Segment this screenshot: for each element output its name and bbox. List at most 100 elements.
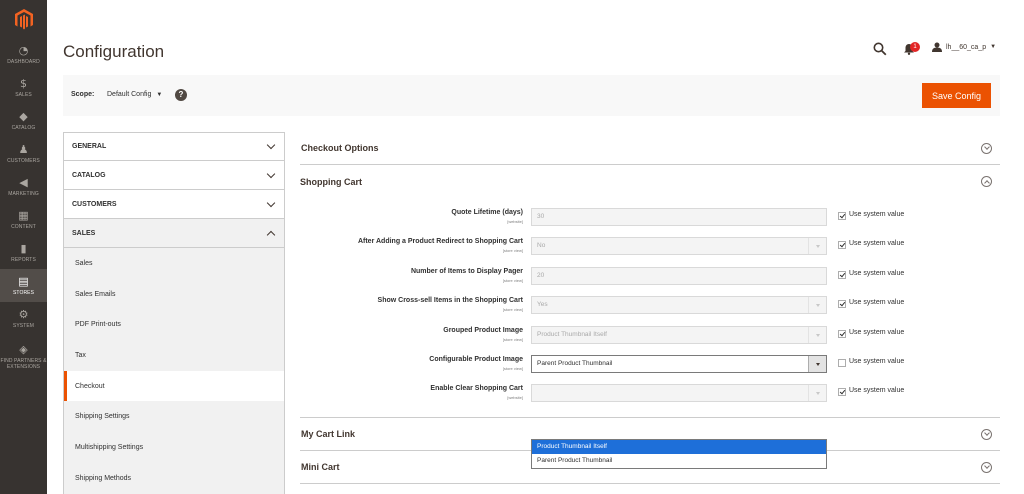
field-label: Grouped Product Image bbox=[443, 327, 523, 334]
sidebar-item-label: DASHBOARD bbox=[7, 58, 40, 65]
system-icon: ⚙ bbox=[18, 307, 29, 321]
use-system-value-checkbox[interactable] bbox=[838, 241, 846, 249]
select-arrow-icon bbox=[816, 392, 820, 395]
sidebar-item-customers[interactable]: ♟ CUSTOMERS bbox=[0, 137, 47, 170]
use-system-value-label: Use system value bbox=[849, 211, 905, 218]
dropdown-option[interactable]: Parent Product Thumbnail bbox=[532, 454, 826, 468]
field-row: Configurable Product Image [store view] Pa… bbox=[300, 355, 1000, 375]
magento-logo[interactable] bbox=[0, 0, 47, 38]
search-icon[interactable] bbox=[873, 42, 887, 56]
tab-label: CUSTOMERS bbox=[72, 200, 117, 208]
use-system-value-label: Use system value bbox=[849, 387, 905, 394]
tab-sales[interactable]: SALES bbox=[63, 219, 285, 248]
use-system-value-checkbox[interactable] bbox=[838, 359, 846, 367]
use-system-value-checkbox[interactable] bbox=[838, 330, 846, 338]
field-select[interactable]: Yes bbox=[531, 296, 827, 314]
sales-subitem-multishipping-settings[interactable]: Multishipping Settings bbox=[64, 432, 284, 463]
user-name: lh__60_ca_p bbox=[946, 43, 987, 51]
field-label: Enable Clear Shopping Cart bbox=[430, 385, 523, 392]
stores-icon: ▤ bbox=[18, 274, 29, 288]
sidebar-item-system[interactable]: ⚙ SYSTEM bbox=[0, 302, 47, 335]
sidebar-item-label: SALES bbox=[15, 91, 32, 98]
field-label: Show Cross-sell Items in the Shopping Ca… bbox=[377, 297, 523, 304]
field-select[interactable] bbox=[531, 384, 827, 402]
scope-value: Default Config bbox=[107, 91, 152, 98]
use-system-value-checkbox[interactable] bbox=[838, 388, 846, 396]
field-row: After Adding a Product Redirect to Shopp… bbox=[300, 237, 1000, 257]
sales-submenu: Sales Sales Emails PDF Print-outs Tax Checko… bbox=[63, 248, 285, 494]
sales-icon: $ bbox=[20, 76, 27, 90]
sales-subitem-shipping-settings[interactable]: Shipping Settings bbox=[64, 401, 284, 432]
sales-subitem-pdf-print-outs[interactable]: PDF Print-outs bbox=[64, 309, 284, 340]
shopping-cart-fields: Product Thumbnail Itself Parent Product … bbox=[300, 198, 1000, 469]
field-scope: [store view] bbox=[502, 248, 523, 253]
field-value: Yes bbox=[537, 301, 548, 308]
chevron-up-icon bbox=[266, 230, 276, 239]
sidebar-item-content[interactable]: ▦ CONTENT bbox=[0, 203, 47, 236]
field-select[interactable]: No bbox=[531, 237, 827, 255]
use-system-value-checkbox[interactable] bbox=[838, 212, 846, 220]
field-select[interactable]: Product Thumbnail Itself bbox=[531, 326, 827, 344]
save-config-button[interactable]: Save Config bbox=[922, 83, 991, 108]
sales-subitem-sales[interactable]: Sales bbox=[64, 248, 284, 279]
tab-customers[interactable]: CUSTOMERS bbox=[63, 190, 285, 219]
sidebar-item-label: STORES bbox=[12, 289, 35, 296]
field-label: Configurable Product Image bbox=[429, 356, 523, 363]
field-row: Number of Items to Display Pager [store v… bbox=[300, 267, 1000, 287]
sidebar-item-stores[interactable]: ▤ STORES bbox=[0, 269, 47, 302]
scope-bar: Scope: Default Config ▼ ? Save Config bbox=[63, 75, 1000, 116]
sidebar-item-reports[interactable]: ▮ REPORTS bbox=[0, 236, 47, 269]
field-input[interactable]: 30 bbox=[531, 208, 827, 226]
sales-subitem-tax[interactable]: Tax bbox=[64, 340, 284, 371]
expand-icon bbox=[981, 461, 992, 473]
field-row: Show Cross-sell Items in the Shopping Ca… bbox=[300, 296, 1000, 316]
sidebar-item-sales[interactable]: $ SALES bbox=[0, 71, 47, 104]
config-main: Checkout Options Shopping Cart Product T… bbox=[300, 132, 1000, 484]
tab-label: SALES bbox=[72, 229, 96, 237]
field-value: 20 bbox=[537, 272, 545, 279]
field-value: 30 bbox=[537, 213, 545, 220]
section-title: Mini Cart bbox=[301, 462, 340, 472]
caret-down-icon: ▼ bbox=[990, 44, 997, 50]
expand-icon bbox=[981, 428, 992, 440]
section-checkout-options[interactable]: Checkout Options bbox=[300, 132, 1000, 165]
field-scope: [store view] bbox=[502, 278, 523, 283]
sidebar-item-catalog[interactable]: ◆ CATALOG bbox=[0, 104, 47, 137]
admin-sidebar: ◔ DASHBOARD $ SALES ◆ CATALOG ♟ CUSTOMERS ◀ MARKE… bbox=[0, 0, 47, 494]
select-arrow-icon bbox=[816, 245, 820, 248]
select-arrow-icon bbox=[816, 334, 820, 337]
sales-subitem-shipping-methods[interactable]: Shipping Methods bbox=[64, 463, 284, 494]
use-system-value-label: Use system value bbox=[849, 329, 905, 336]
field-select[interactable]: Parent Product Thumbnail bbox=[531, 355, 827, 373]
field-row: Enable Clear Shopping Cart [website] Use s… bbox=[300, 384, 1000, 404]
help-icon[interactable]: ? bbox=[175, 89, 187, 101]
use-system-value-checkbox[interactable] bbox=[838, 271, 846, 279]
user-menu[interactable]: lh__60_ca_p ▼ bbox=[932, 42, 996, 52]
sidebar-item-find-partners[interactable]: ◈ FIND PARTNERS & EXTENSIONS bbox=[0, 335, 47, 379]
expand-icon bbox=[981, 142, 992, 154]
tab-general[interactable]: GENERAL bbox=[63, 132, 285, 161]
reports-icon: ▮ bbox=[20, 241, 27, 255]
find-partners-icon: ◈ bbox=[19, 343, 28, 356]
sidebar-item-marketing[interactable]: ◀ MARKETING bbox=[0, 170, 47, 203]
use-system-value-checkbox[interactable] bbox=[838, 300, 846, 308]
sidebar-item-label: REPORTS bbox=[11, 256, 36, 263]
sales-subitem-sales-emails[interactable]: Sales Emails bbox=[64, 279, 284, 310]
dropdown-option[interactable]: Product Thumbnail Itself bbox=[532, 440, 826, 454]
chevron-down-icon bbox=[266, 198, 276, 207]
scope-switcher[interactable]: Default Config ▼ bbox=[107, 91, 162, 98]
use-system-value-label: Use system value bbox=[849, 299, 905, 306]
field-scope: [website] bbox=[507, 395, 523, 400]
sidebar-item-label: MARKETING bbox=[8, 190, 39, 197]
field-input[interactable]: 20 bbox=[531, 267, 827, 285]
use-system-value-label: Use system value bbox=[849, 240, 905, 247]
sidebar-item-dashboard[interactable]: ◔ DASHBOARD bbox=[0, 38, 47, 71]
collapse-icon bbox=[981, 176, 992, 187]
sales-subitem-checkout[interactable]: Checkout bbox=[64, 370, 284, 402]
field-value: Product Thumbnail Itself bbox=[537, 331, 607, 338]
config-tabs: GENERAL CATALOG CUSTOMERS SALES Sales Sal… bbox=[63, 132, 285, 494]
use-system-value-label: Use system value bbox=[849, 358, 905, 365]
marketing-icon: ◀ bbox=[19, 175, 28, 189]
section-shopping-cart[interactable]: Shopping Cart bbox=[300, 165, 1000, 198]
tab-catalog[interactable]: CATALOG bbox=[63, 161, 285, 190]
